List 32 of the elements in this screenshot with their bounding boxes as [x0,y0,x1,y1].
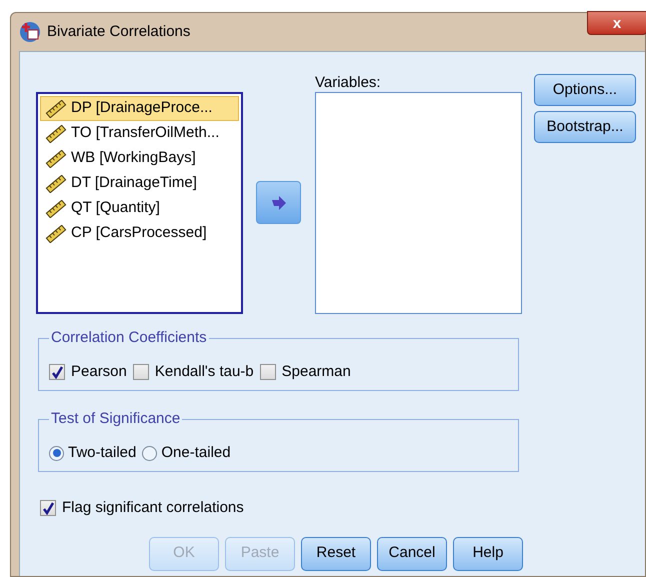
dialog-button[interactable]: Help [453,536,523,570]
option-label: One-tailed [161,443,231,463]
checkmark-icon [50,366,64,379]
dialog-button[interactable]: Cancel [377,536,447,570]
window-title: Bivariate Correlations [47,22,190,42]
variable-item[interactable]: CP [CarsProcessed] [40,221,239,246]
variables-label: Variables: [315,74,382,92]
option-label: Flag significant correlations [62,498,244,518]
side-button[interactable]: Bootstrap... [534,111,636,143]
variable-item[interactable]: WB [WorkingBays] [40,146,239,171]
checkbox[interactable] [132,364,149,380]
checkmark-icon [42,502,54,515]
variable-item[interactable]: TO [TransferOilMeth... [40,121,239,146]
option-label: Two-tailed [68,443,136,463]
dialog-button[interactable]: Reset [301,536,371,570]
move-right-button[interactable] [256,181,301,224]
close-button[interactable]: x [587,11,646,35]
radio-button[interactable] [49,446,64,461]
checkbox[interactable] [40,500,56,516]
checkbox[interactable] [49,364,65,380]
checkbox[interactable] [260,364,276,380]
side-button[interactable]: Options... [534,74,636,106]
option-label: Pearson [71,362,127,382]
table-icon [19,21,41,43]
variable-item[interactable]: QT [Quantity] [40,196,239,221]
variable-item[interactable]: DP [DrainageProce... [40,96,239,121]
group-title: Test of Significance [49,409,182,429]
option-label: Kendall's tau-b [154,362,254,382]
radio-button[interactable] [142,446,158,461]
option-label: Spearman [282,362,351,382]
variable-item[interactable]: DT [DrainageTime] [40,171,239,196]
arrow-icon [270,194,288,212]
